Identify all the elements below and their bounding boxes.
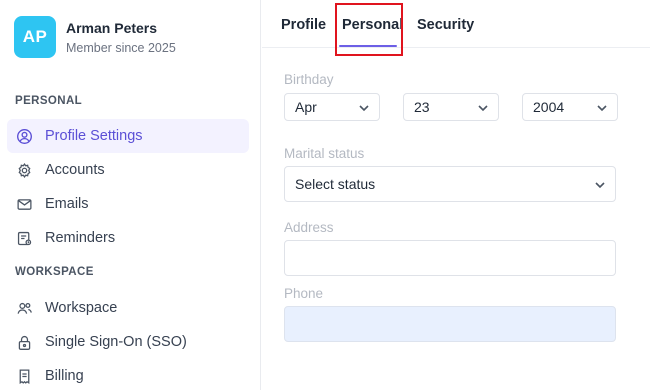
tab-profile[interactable]: Profile <box>281 17 326 33</box>
birthday-label: Birthday <box>284 72 334 87</box>
sidebar-item-workspace[interactable]: Workspace <box>7 291 249 325</box>
tab-security[interactable]: Security <box>417 17 474 33</box>
section-label-personal: PERSONAL <box>15 95 83 107</box>
user-circle-icon <box>16 128 33 145</box>
sidebar-item-label: Profile Settings <box>45 128 143 144</box>
member-since: Member since 2025 <box>66 40 176 55</box>
marital-status-label: Marital status <box>284 146 365 161</box>
chevron-down-icon <box>597 105 607 112</box>
user-card: AP Arman Peters Member since 2025 <box>14 16 176 58</box>
user-info: Arman Peters Member since 2025 <box>66 19 176 56</box>
sidebar-item-label: Single Sign-On (SSO) <box>45 334 187 350</box>
chevron-down-icon <box>478 105 488 112</box>
sidebar-item-billing[interactable]: Billing <box>7 359 249 390</box>
birthday-day-value: 23 <box>414 99 430 115</box>
sidebar-item-label: Billing <box>45 368 84 384</box>
tab-highlight-box <box>335 3 403 56</box>
user-name: Arman Peters <box>66 19 158 36</box>
chevron-down-icon <box>595 182 605 189</box>
birthday-day-select[interactable]: 23 <box>403 93 499 121</box>
main-panel: Profile Personal Security Birthday Apr 2… <box>262 0 650 390</box>
phone-label: Phone <box>284 286 324 301</box>
sidebar: AP Arman Peters Member since 2025 PERSON… <box>0 0 261 390</box>
address-input[interactable] <box>284 240 616 276</box>
birthday-year-select[interactable]: 2004 <box>522 93 618 121</box>
users-icon <box>16 300 33 317</box>
mail-icon <box>16 196 33 213</box>
marital-status-select[interactable]: Select status <box>284 166 616 202</box>
sidebar-item-reminders[interactable]: Reminders <box>7 221 249 255</box>
reminder-icon <box>16 230 33 247</box>
section-label-workspace: WORKSPACE <box>15 266 94 278</box>
gear-icon <box>16 162 33 179</box>
marital-status-value: Select status <box>295 176 376 192</box>
chevron-down-icon <box>359 105 369 112</box>
sidebar-item-label: Accounts <box>45 162 105 178</box>
receipt-icon <box>16 368 33 385</box>
tab-bar: Profile Personal Security <box>262 0 650 56</box>
sidebar-item-profile-settings[interactable]: Profile Settings <box>7 119 249 153</box>
sidebar-item-label: Workspace <box>45 300 118 316</box>
lock-icon <box>16 334 33 351</box>
sidebar-item-sso[interactable]: Single Sign-On (SSO) <box>7 325 249 359</box>
birthday-month-select[interactable]: Apr <box>284 93 380 121</box>
sidebar-item-emails[interactable]: Emails <box>7 187 249 221</box>
birthday-month-value: Apr <box>295 99 317 115</box>
phone-input[interactable] <box>284 306 616 342</box>
sidebar-item-label: Reminders <box>45 230 116 246</box>
address-label: Address <box>284 220 334 235</box>
birthday-year-value: 2004 <box>533 99 565 115</box>
sidebar-item-label: Emails <box>45 196 89 212</box>
sidebar-item-accounts[interactable]: Accounts <box>7 153 249 187</box>
avatar: AP <box>14 16 56 58</box>
